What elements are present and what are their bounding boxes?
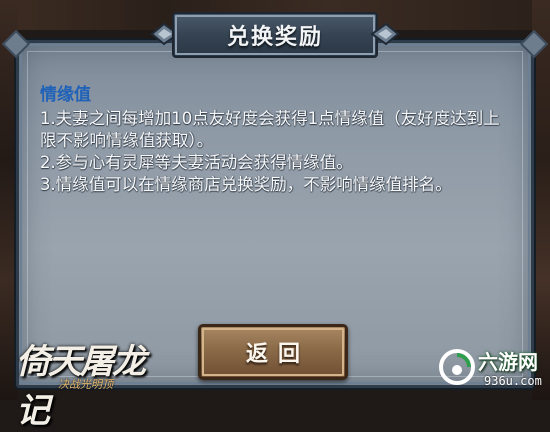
game-logo-subtitle: 决战光明顶 <box>58 378 113 391</box>
title-ornament-icon <box>370 22 400 46</box>
return-button-label: 返回 <box>245 342 310 367</box>
dialog-content: 情缘值 1.夫妻之间每增加10点友好度会获得1点情缘值（友好度达到上限不影响情缘… <box>40 80 510 196</box>
dialog-title: 兑换奖励 <box>226 25 323 50</box>
site-watermark: 六游网 936u.com <box>434 338 544 396</box>
site-logo-icon <box>439 349 475 385</box>
site-name: 六游网 <box>478 350 538 374</box>
site-url: 936u.com <box>484 374 542 388</box>
section-title: 情缘值 <box>40 85 91 105</box>
rule-paragraph: 3.情缘值可以在情缘商店兑换奖励，不影响情缘值排名。 <box>40 175 452 194</box>
rule-paragraph: 1.夫妻之间每增加10点友好度会获得1点情缘值（友好度达到上限不影响情缘值获取）… <box>40 109 500 150</box>
title-plate: 兑换奖励 <box>172 12 378 58</box>
dialog-title-bar: 兑换奖励 <box>150 8 400 64</box>
game-logo: 倚天屠龙记 决战光明顶 <box>6 318 166 431</box>
rule-paragraph: 2.参与心有灵犀等夫妻活动会获得情缘值。 <box>40 153 353 172</box>
return-button[interactable]: 返回 <box>198 324 348 380</box>
